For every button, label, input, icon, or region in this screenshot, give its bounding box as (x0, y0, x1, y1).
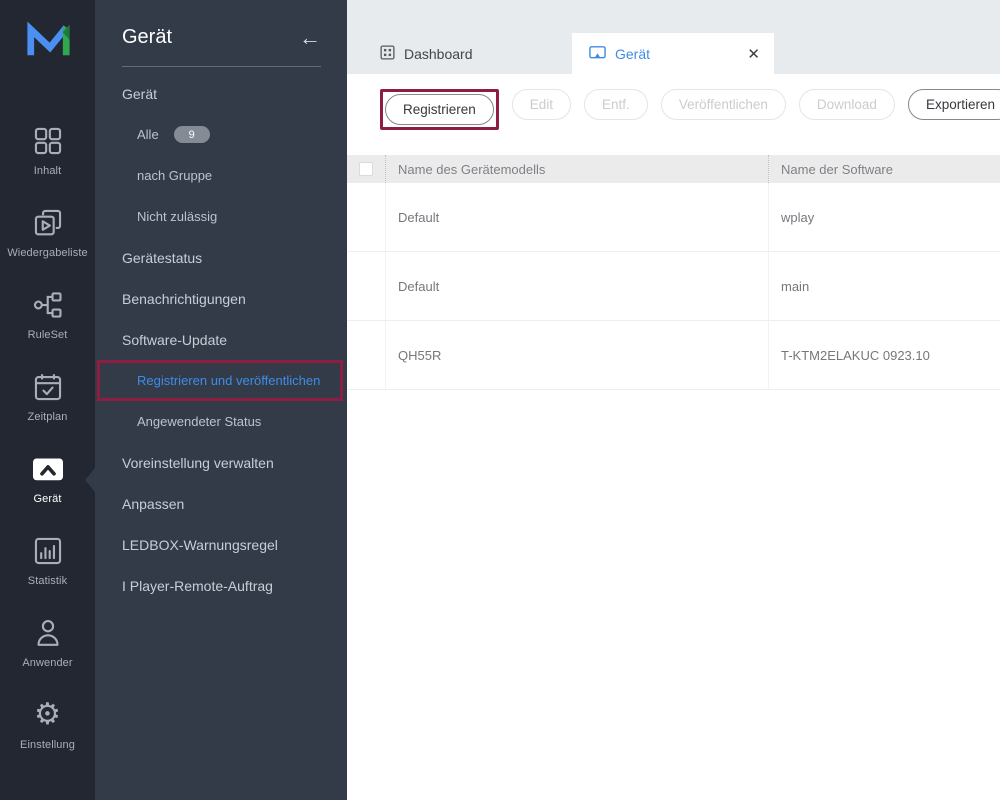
select-all-checkbox[interactable] (359, 162, 373, 176)
main-content: Dashboard Gerät ✕ Registrieren Edit Entf… (347, 0, 1000, 800)
sidebar-item-ledbox-warnungsregel[interactable]: LEDBOX-Warnungsregel (95, 524, 347, 565)
settings-gear-icon: ⚙ (29, 696, 67, 734)
device-icon (29, 450, 67, 488)
software-cell: wplay (768, 183, 1000, 251)
dashboard-grid-icon (380, 45, 395, 63)
toolbar: Registrieren Edit Entf. Veröffentlichen … (347, 74, 1000, 155)
sidebar-menu: Gerät Alle 9 nach Gruppe Nicht zulässig … (95, 67, 347, 606)
rail-item-label: Einstellung (20, 739, 75, 751)
tab-label: Gerät (615, 46, 650, 62)
rail-item-label: Inhalt (34, 165, 62, 177)
tab-label: Dashboard (404, 46, 473, 62)
tab-bar: Dashboard Gerät ✕ (347, 0, 1000, 74)
icon-rail: Inhalt Wiedergabeliste RuleSet (0, 0, 95, 800)
close-tab-icon[interactable]: ✕ (747, 45, 760, 63)
device-table: Name des Gerätemodells Name der Software… (347, 155, 1000, 390)
magicinfo-logo[interactable] (0, 0, 95, 122)
software-cell: main (768, 252, 1000, 320)
content-filler (347, 390, 1000, 800)
schedule-calendar-icon (29, 368, 67, 406)
sidebar: Gerät ← Gerät Alle 9 nach Gruppe Nicht z… (95, 0, 347, 800)
registrieren-button[interactable]: Registrieren (385, 94, 494, 125)
device-monitor-icon (589, 45, 606, 63)
sidebar-item-geraetestatus[interactable]: Gerätestatus (95, 237, 347, 278)
sidebar-item-i-player-remote-auftrag[interactable]: I Player-Remote-Auftrag (95, 565, 347, 606)
user-icon (29, 614, 67, 652)
software-cell: T-KTM2ELAKUC 0923.10 (768, 321, 1000, 389)
rail-item-label: RuleSet (28, 329, 68, 341)
sidebar-item-alle[interactable]: Alle 9 (95, 114, 347, 155)
sidebar-item-registrieren-und-veroeffentlichen[interactable]: Registrieren und veröffentlichen (97, 360, 343, 401)
rail-item-einstellung[interactable]: ⚙ Einstellung (0, 696, 95, 778)
rail-item-ruleset[interactable]: RuleSet (0, 286, 95, 368)
table-row[interactable]: Default wplay (347, 183, 1000, 252)
column-header-software[interactable]: Name der Software (768, 155, 1000, 183)
content-grid-icon (29, 122, 67, 160)
annotation-box: Registrieren (380, 89, 499, 130)
model-cell: QH55R (385, 321, 768, 389)
rail-item-zeitplan[interactable]: Zeitplan (0, 368, 95, 450)
table-row[interactable]: QH55R T-KTM2ELAKUC 0923.10 (347, 321, 1000, 390)
ruleset-icon (29, 286, 67, 324)
veroeffentlichen-button: Veröffentlichen (661, 89, 786, 120)
delete-button: Entf. (584, 89, 648, 120)
sidebar-title: Gerät (122, 26, 172, 49)
sidebar-item-anpassen[interactable]: Anpassen (95, 483, 347, 524)
app-window: Inhalt Wiedergabeliste RuleSet (0, 0, 1000, 800)
model-cell: Default (385, 252, 768, 320)
rail-item-geraet[interactable]: Gerät (0, 450, 95, 532)
rail-item-label: Gerät (33, 493, 61, 505)
tab-geraet[interactable]: Gerät ✕ (572, 33, 774, 74)
model-cell: Default (385, 183, 768, 251)
sidebar-item-software-update[interactable]: Software-Update (95, 319, 347, 360)
rail-item-label: Zeitplan (28, 411, 68, 423)
playlist-icon (29, 204, 67, 242)
exportieren-button[interactable]: Exportieren (908, 89, 1000, 120)
sidebar-item-benachrichtigungen[interactable]: Benachrichtigungen (95, 278, 347, 319)
edit-button: Edit (512, 89, 571, 120)
sidebar-item-geraet[interactable]: Gerät (95, 73, 347, 114)
device-count-badge: 9 (174, 126, 210, 143)
collapse-arrow-icon[interactable]: ← (299, 27, 321, 49)
column-header-model[interactable]: Name des Gerätemodells (385, 155, 768, 183)
sidebar-item-nach-gruppe[interactable]: nach Gruppe (95, 155, 347, 196)
rail-item-label: Statistik (28, 575, 67, 587)
sidebar-item-angewendeter-status[interactable]: Angewendeter Status (95, 401, 347, 442)
rail-item-statistik[interactable]: Statistik (0, 532, 95, 614)
sidebar-item-nicht-zulaessig[interactable]: Nicht zulässig (95, 196, 347, 237)
rail-item-inhalt[interactable]: Inhalt (0, 122, 95, 204)
table-header: Name des Gerätemodells Name der Software (347, 155, 1000, 183)
active-rail-notch (85, 468, 95, 492)
rail-item-label: Anwender (22, 657, 72, 669)
statistics-icon (29, 532, 67, 570)
rail-item-wiedergabeliste[interactable]: Wiedergabeliste (0, 204, 95, 286)
tab-dashboard[interactable]: Dashboard (380, 33, 473, 74)
rail-item-label: Wiedergabeliste (7, 247, 87, 259)
sidebar-item-voreinstellung-verwalten[interactable]: Voreinstellung verwalten (95, 442, 347, 483)
rail-item-anwender[interactable]: Anwender (0, 614, 95, 696)
download-button: Download (799, 89, 895, 120)
table-row[interactable]: Default main (347, 252, 1000, 321)
